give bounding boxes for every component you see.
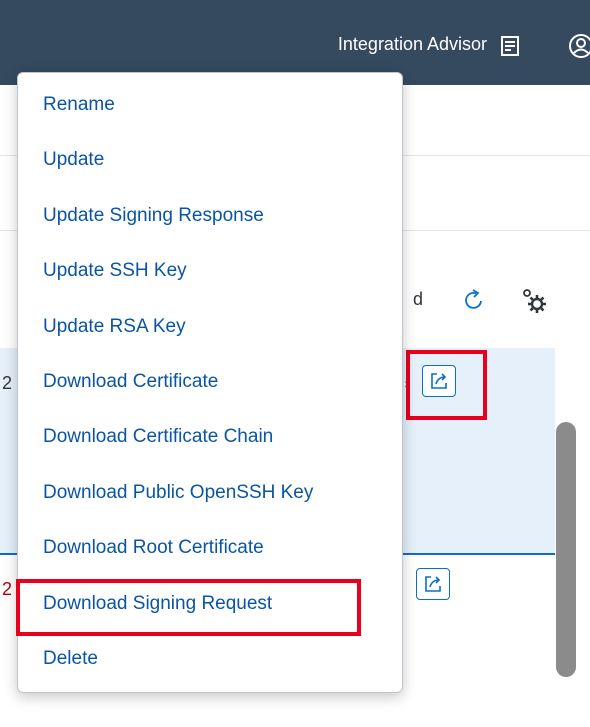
menu-item-update-rsa-key[interactable]: Update RSA Key xyxy=(18,299,402,354)
document-icon[interactable] xyxy=(501,36,519,61)
user-icon[interactable] xyxy=(568,33,590,64)
menu-item-download-certificate-chain[interactable]: Download Certificate Chain xyxy=(18,409,402,464)
menu-item-download-certificate[interactable]: Download Certificate xyxy=(18,354,402,409)
menu-item-update-ssh-key[interactable]: Update SSH Key xyxy=(18,243,402,298)
menu-item-delete[interactable]: Delete xyxy=(18,631,402,686)
app-title: Integration Advisor xyxy=(337,34,487,54)
menu-item-update[interactable]: Update xyxy=(18,132,402,187)
highlight-download-signing-request xyxy=(16,579,361,636)
refresh-icon[interactable] xyxy=(462,288,486,317)
menu-item-update-signing-response[interactable]: Update Signing Response xyxy=(18,188,402,243)
menu-item-download-public-openssh-key[interactable]: Download Public OpenSSH Key xyxy=(18,465,402,520)
row-action-button[interactable] xyxy=(416,568,450,600)
toolbar-partial-label: d xyxy=(413,289,424,309)
open-external-icon xyxy=(425,576,441,592)
row-partial-text: 2 xyxy=(2,373,13,393)
highlight-action-button xyxy=(406,350,487,420)
scrollbar[interactable] xyxy=(556,422,576,677)
menu-item-rename[interactable]: Rename xyxy=(18,77,402,132)
menu-item-download-root-certificate[interactable]: Download Root Certificate xyxy=(18,520,402,575)
row-partial-text: 2 xyxy=(2,579,13,599)
settings-icon[interactable] xyxy=(520,287,548,320)
